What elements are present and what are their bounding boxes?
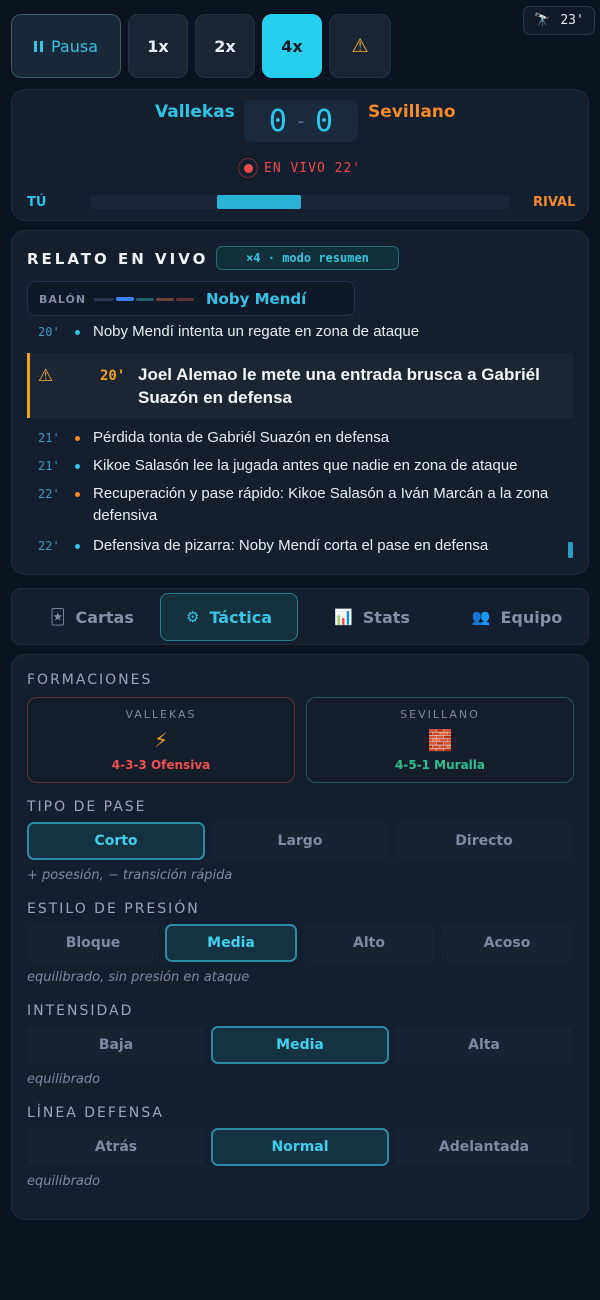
gear-icon: ⚙ — [186, 608, 200, 626]
press-option-alto[interactable]: Alto — [303, 924, 435, 962]
lightning-icon: ⚡ — [153, 728, 169, 752]
live-dot-icon — [238, 158, 258, 178]
line-option-atras[interactable]: Atrás — [27, 1128, 205, 1166]
event-text: Defensiva de pizarra: Noby Mendí corta e… — [93, 537, 489, 554]
weather-indicator[interactable]: 🔭 23' — [523, 6, 595, 35]
score-display: 0 - 0 — [244, 100, 358, 142]
defense-line-title: LÍNEA DEFENSA — [27, 1105, 164, 1121]
tab-label: Cartas — [75, 607, 134, 627]
weather-minute: 23' — [560, 13, 584, 28]
possession-bar — [90, 195, 510, 209]
feed-event-highlight: ⚠ 20' Joel Alemao le mete una entrada br… — [27, 353, 573, 418]
pass-option-largo[interactable]: Largo — [211, 822, 389, 860]
warning-icon: ⚠ — [351, 35, 369, 57]
event-minute: 21' — [38, 459, 60, 473]
bar-chart-icon: 📊 — [334, 608, 353, 626]
cards-icon: 🃏 — [50, 608, 66, 626]
press-option-acoso[interactable]: Acoso — [441, 924, 573, 962]
line-option-normal[interactable]: Normal — [211, 1128, 389, 1166]
home-formation-team: VALLEKAS — [125, 708, 197, 721]
away-formation-name: 4-5-1 Muralla — [394, 758, 485, 772]
tab-stats[interactable]: 📊 Stats — [312, 593, 432, 641]
ball-track-segment — [116, 297, 134, 301]
ball-label: BALÓN — [39, 293, 87, 306]
brick-wall-icon: 🧱 — [427, 728, 453, 752]
event-bullet — [75, 544, 80, 549]
ball-holder: Noby Mendí — [206, 290, 307, 308]
event-minute: 21' — [38, 431, 60, 445]
possession-ball-marker — [217, 195, 301, 209]
event-minute: 22' — [38, 487, 60, 501]
possession-you-label: TÚ — [27, 195, 47, 210]
tab-cartas[interactable]: 🃏 Cartas — [32, 593, 152, 641]
pause-icon — [33, 40, 43, 52]
event-bullet — [75, 464, 80, 469]
away-score: 0 — [315, 103, 334, 139]
press-option-media[interactable]: Media — [165, 924, 297, 962]
event-minute: 20' — [38, 325, 60, 339]
pause-label: Pausa — [50, 36, 98, 56]
score-separator: - — [294, 109, 308, 133]
event-text: Pérdida tonta de Gabriél Suazón en defen… — [93, 429, 390, 446]
telescope-icon: 🔭 — [534, 13, 551, 28]
possession-rival-label: RIVAL — [533, 195, 576, 210]
warning-icon: ⚠ — [38, 366, 54, 386]
pass-type-title: TIPO DE PASE — [27, 799, 147, 815]
tab-tactica[interactable]: ⚙ Táctica — [160, 593, 298, 641]
pass-hint: + posesión, − transición rápida — [27, 868, 233, 883]
main-tabs: 🃏 Cartas ⚙ Táctica 📊 Stats 👥 Equipo — [11, 588, 589, 645]
pass-option-directo[interactable]: Directo — [395, 822, 573, 860]
ball-possession-box: BALÓN Noby Mendí — [27, 281, 355, 316]
formations-title: FORMACIONES — [27, 672, 153, 688]
event-text: Joel Alemao le mete una entrada brusca a… — [138, 365, 540, 407]
away-formation-team: SEVILLANO — [400, 708, 480, 721]
pass-option-corto[interactable]: Corto — [27, 822, 205, 860]
people-icon: 👥 — [471, 608, 491, 626]
away-formation-card[interactable]: SEVILLANO 🧱 4-5-1 Muralla — [306, 697, 574, 783]
intensity-option-alta[interactable]: Alta — [395, 1026, 573, 1064]
home-formation-name: 4-3-3 Ofensiva — [111, 758, 211, 772]
ball-track-segment — [156, 298, 174, 301]
alert-button[interactable]: ⚠ — [329, 14, 391, 78]
press-option-bloque[interactable]: Bloque — [27, 924, 159, 962]
press-style-title: ESTILO DE PRESIÓN — [27, 901, 200, 917]
event-text: Kikoe Salasón lee la jugada antes que na… — [93, 457, 518, 474]
event-minute: 22' — [38, 539, 60, 553]
event-bullet — [75, 492, 80, 497]
away-team-name: Sevillano — [368, 102, 456, 122]
tab-label: Stats — [362, 607, 410, 627]
home-score: 0 — [268, 103, 287, 139]
ball-track-segment — [94, 298, 114, 301]
event-text: Recuperación y pase rápido: Kikoe Salasó… — [93, 485, 549, 524]
intensity-option-baja[interactable]: Baja — [27, 1026, 205, 1064]
home-team-name: Vallekas — [155, 102, 235, 122]
speed-2x-button[interactable]: 2x — [195, 14, 255, 78]
tab-label: Táctica — [209, 607, 272, 627]
speed-1x-button[interactable]: 1x — [128, 14, 188, 78]
feed-scrollbar[interactable] — [568, 542, 573, 558]
line-option-adelantada[interactable]: Adelantada — [395, 1128, 573, 1166]
ball-track-segment — [136, 298, 154, 301]
pause-button[interactable]: Pausa — [11, 14, 121, 78]
intensity-hint: equilibrado — [27, 1072, 101, 1087]
home-formation-card[interactable]: VALLEKAS ⚡ 4-3-3 Ofensiva — [27, 697, 295, 783]
tab-equipo[interactable]: 👥 Equipo — [452, 593, 582, 641]
live-status: EN VIVO 22' — [238, 158, 361, 178]
feed-title: RELATO EN VIVO — [27, 250, 209, 268]
event-bullet — [75, 330, 80, 335]
intensity-title: INTENSIDAD — [27, 1003, 134, 1019]
tab-label: Equipo — [500, 607, 563, 627]
event-bullet — [75, 436, 80, 441]
event-text: Noby Mendí intenta un regate en zona de … — [93, 323, 420, 340]
press-hint: equilibrado, sin presión en ataque — [27, 970, 250, 985]
ball-track-segment — [176, 298, 194, 301]
speed-4x-button[interactable]: 4x — [262, 14, 322, 78]
defense-line-hint: equilibrado — [27, 1174, 101, 1189]
intensity-option-media[interactable]: Media — [211, 1026, 389, 1064]
event-minute: 20' — [100, 368, 126, 384]
live-status-text: EN VIVO 22' — [264, 160, 362, 176]
feed-mode-badge: ×4 · modo resumen — [216, 246, 399, 270]
